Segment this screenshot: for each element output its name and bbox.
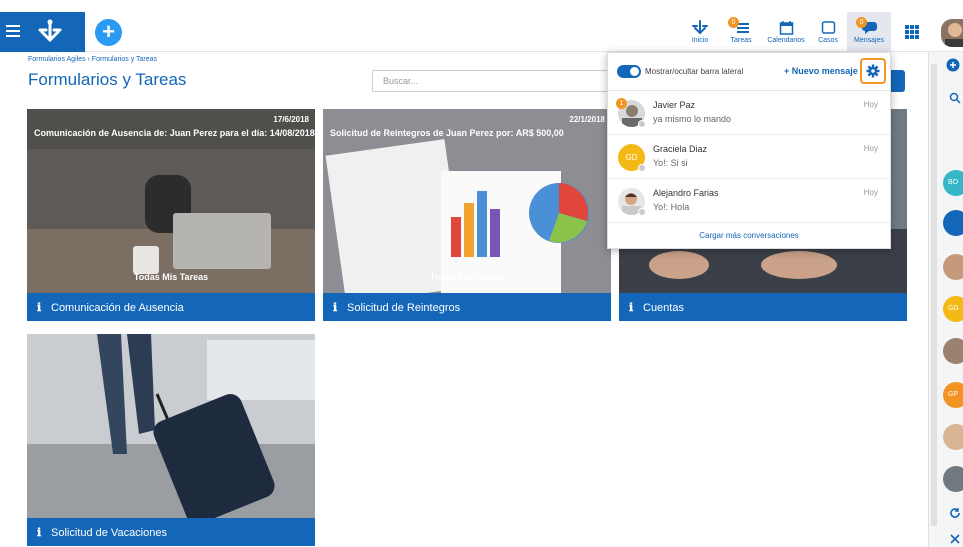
refresh-icon[interactable] — [949, 507, 961, 519]
card-comunicacion-ausencia[interactable]: 17/6/2018 Comunicación de Ausencia de: J… — [27, 109, 315, 321]
top-bar: + Inicio 0 Tareas Calendarios Casos 0 Me… — [0, 12, 963, 52]
nav-mensajes-label: Mensajes — [854, 37, 884, 44]
contact-avatar[interactable]: GP — [943, 382, 963, 408]
search-icon[interactable] — [949, 92, 961, 104]
settings-button[interactable] — [860, 58, 886, 84]
messages-panel: Mostrar/ocultar barra lateral + Nuevo me… — [607, 52, 891, 249]
card-label: Cuentas — [643, 302, 684, 314]
card-solicitud-vacaciones[interactable]: ℹ Solicitud de Vacaciones — [27, 334, 315, 546]
sidebar-toggle[interactable] — [617, 65, 641, 78]
message-preview: ya mismo lo mando — [653, 114, 732, 124]
status-dot — [638, 120, 646, 128]
gear-icon — [866, 64, 880, 78]
contact-avatar[interactable] — [943, 210, 963, 236]
card-footer[interactable]: ℹ Cuentas — [619, 293, 907, 321]
logo-icon[interactable] — [30, 18, 70, 46]
status-dot — [638, 208, 646, 216]
card-date: 17/6/2018 — [273, 115, 309, 124]
message-time: Hoy — [863, 188, 878, 197]
card-description: Solicitud de Reintegros de Juan Perez po… — [330, 128, 564, 138]
card-label: Solicitud de Vacaciones — [51, 527, 167, 539]
nav-tareas[interactable]: 0 Tareas — [726, 12, 756, 52]
nav-inicio-label: Inicio — [691, 37, 709, 44]
conversation-item[interactable]: 1 Javier Paz ya mismo lo mando Hoy — [608, 91, 890, 135]
message-time: Hoy — [863, 100, 878, 109]
info-icon: ℹ — [37, 527, 42, 539]
add-button[interactable]: + — [95, 19, 122, 46]
user-avatar[interactable] — [941, 19, 963, 47]
new-chat-icon[interactable] — [946, 58, 960, 72]
message-time: Hoy — [863, 144, 878, 153]
contact-avatar[interactable] — [943, 338, 963, 364]
card-label: Solicitud de Reintegros — [347, 302, 461, 314]
contact-name: Javier Paz — [653, 100, 696, 110]
sidebar-toggle-label: Mostrar/ocultar barra lateral — [645, 67, 744, 76]
right-sidebar: BO GD GP — [928, 52, 963, 547]
new-message-link[interactable]: + Nuevo mensaje — [784, 66, 858, 76]
card-date: 22/1/2018 — [569, 115, 605, 124]
info-icon: ℹ — [37, 302, 42, 314]
home-logo-icon — [692, 20, 708, 35]
brand-area — [0, 12, 85, 52]
nav-mensajes[interactable]: 0 Mensajes — [847, 12, 891, 52]
message-preview: Yo!: Si si — [653, 158, 688, 168]
page-title: Formularios y Tareas — [28, 70, 187, 89]
nav-tareas-label: Tareas — [730, 37, 752, 44]
contact-name: Graciela Diaz — [653, 144, 708, 154]
contact-avatar[interactable]: BO — [943, 170, 963, 196]
card-solicitud-reintegros[interactable]: 22/1/2018 Solicitud de Reintegros de Jua… — [323, 109, 611, 321]
card-footer[interactable]: ℹ Solicitud de Vacaciones — [27, 518, 315, 546]
contact-name: Alejandro Farias — [653, 188, 719, 198]
messages-badge: 0 — [856, 17, 867, 28]
contact-avatar[interactable]: GD — [943, 296, 963, 322]
messages-panel-header: Mostrar/ocultar barra lateral + Nuevo me… — [608, 53, 890, 91]
card-label: Comunicación de Ausencia — [51, 302, 184, 314]
nav-calendarios-label: Calendarios — [767, 37, 805, 44]
conversation-item[interactable]: GD Graciela Diaz Yo!: Si si Hoy — [608, 135, 890, 179]
message-preview: Yo!: Hola — [653, 202, 690, 212]
breadcrumb[interactable]: Formularios Agiles › Formularios y Tarea… — [28, 56, 157, 63]
card-description: Comunicación de Ausencia de: Juan Perez … — [34, 128, 315, 138]
conversation-item[interactable]: Alejandro Farias Yo!: Hola Hoy — [608, 179, 890, 223]
search-input[interactable]: Buscar... — [372, 70, 612, 92]
nav-calendarios[interactable]: Calendarios — [762, 12, 810, 52]
unread-badge: 1 — [616, 98, 627, 109]
traveler-luggage-image — [27, 334, 315, 518]
card-footer[interactable]: ℹ Comunicación de Ausencia — [27, 293, 315, 321]
contact-avatar[interactable] — [943, 466, 963, 492]
apps-grid-icon[interactable] — [905, 25, 919, 39]
status-dot — [638, 164, 646, 172]
scrollbar[interactable] — [931, 64, 937, 526]
card-footer[interactable]: ℹ Solicitud de Reintegros — [323, 293, 611, 321]
contact-avatar[interactable] — [943, 254, 963, 280]
tasks-badge: 0 — [728, 17, 739, 28]
all-tasks-link[interactable]: Todas Mis Tareas — [27, 272, 315, 282]
hamburger-menu-icon[interactable] — [6, 25, 20, 37]
nav-inicio[interactable]: Inicio — [686, 12, 714, 52]
all-tasks-link[interactable]: Todas Mis Tareas — [323, 272, 611, 282]
info-icon: ℹ — [629, 302, 634, 314]
load-more-link[interactable]: Cargar más conversaciones — [608, 223, 890, 240]
contact-avatar[interactable] — [943, 424, 963, 450]
info-icon: ℹ — [333, 302, 338, 314]
calendar-icon — [779, 21, 793, 35]
close-icon[interactable] — [950, 534, 960, 544]
cases-icon — [821, 21, 835, 34]
nav-casos[interactable]: Casos — [814, 12, 842, 52]
nav-casos-label: Casos — [818, 37, 838, 44]
